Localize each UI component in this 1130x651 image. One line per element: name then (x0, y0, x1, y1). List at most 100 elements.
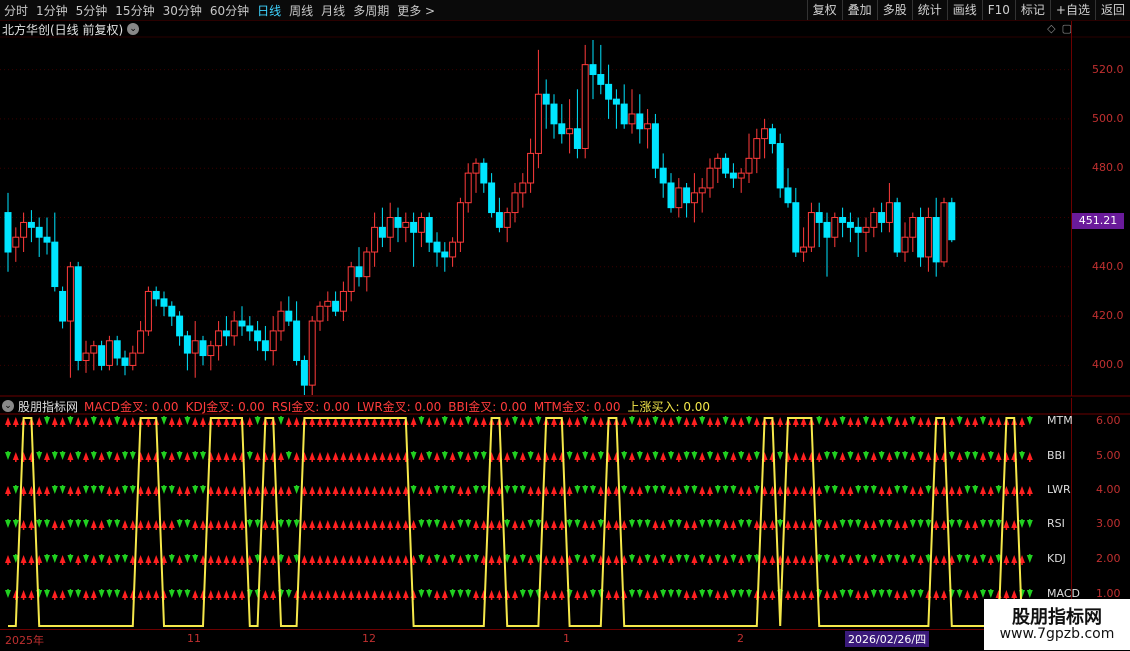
candle-body (940, 202, 948, 263)
candle-body (901, 236, 909, 253)
candle-body (488, 182, 496, 214)
candle-body (160, 298, 168, 307)
candle-body (534, 93, 542, 154)
candle-body (495, 212, 503, 228)
candle-body (675, 187, 683, 209)
candle-body (558, 123, 566, 135)
candle-body (363, 251, 371, 278)
indicator-value: MTM金叉: 0.00 (533, 399, 621, 414)
candle-body (191, 340, 199, 354)
candle-body (316, 305, 324, 322)
candle-body (324, 300, 332, 307)
candle-body (199, 340, 207, 357)
candle-body (480, 162, 488, 184)
candle-body (425, 217, 433, 243)
candle-body (620, 103, 628, 125)
candle-body (176, 315, 184, 337)
candle-body (503, 212, 511, 228)
price-tick-label: 500.0 (1092, 111, 1124, 125)
candle-body (862, 226, 870, 233)
candle-body (394, 217, 402, 228)
candle-body (254, 330, 262, 342)
indicator-axis-label: 5.00 (1096, 449, 1121, 462)
indicator-axis-label: 2.00 (1096, 552, 1121, 565)
candle-body (597, 74, 605, 85)
candle-body (581, 64, 589, 149)
date-tick-label: 11 (187, 632, 201, 645)
candle-body (355, 266, 363, 278)
candle-body (932, 217, 940, 263)
candle-body (43, 236, 51, 243)
candle-body (51, 241, 59, 288)
indicator-row-label: KDJ (1047, 552, 1066, 565)
candle-body (605, 83, 613, 100)
candle-body (698, 187, 706, 194)
candle-body (12, 236, 20, 248)
candle-body (371, 226, 379, 253)
current-price-badge: 451.21 (1072, 213, 1124, 229)
candle-body (776, 143, 784, 189)
date-tick-label: 1 (563, 632, 570, 645)
candle-body (402, 221, 410, 228)
candle-body (269, 330, 277, 352)
candle-body (948, 202, 956, 241)
date-tick-label: 2025年 (5, 634, 44, 647)
candle-body (293, 320, 301, 361)
indicator-axis-label: 3.00 (1096, 517, 1121, 530)
candle-body (386, 217, 394, 238)
watermark-url: www.7gpzb.com (999, 626, 1115, 642)
indicator-value: RSI金叉: 0.00 (271, 399, 350, 414)
candle-body (113, 340, 121, 359)
candle-body (339, 290, 347, 312)
price-tick-label: 420.0 (1092, 309, 1124, 323)
candle-body (745, 157, 753, 174)
candle-body (846, 221, 854, 228)
candle-body (300, 359, 308, 386)
candle-body (347, 266, 355, 292)
price-axis (1071, 21, 1130, 396)
candle-body (277, 310, 285, 332)
candle-body (511, 192, 519, 214)
candle-body (636, 113, 644, 130)
candle-body (667, 182, 675, 209)
candle-body (152, 290, 160, 300)
chevron-down-icon[interactable]: ⌄ (2, 400, 14, 412)
kline-chart[interactable] (0, 0, 1130, 650)
candle-body (472, 162, 480, 174)
candle-body (74, 266, 82, 361)
candle-body (66, 266, 74, 322)
candle-body (854, 226, 862, 233)
indicator-value: BBI金叉: 0.00 (448, 399, 527, 414)
candle-body (706, 167, 714, 189)
candle-body (207, 345, 215, 357)
candle-body (261, 340, 269, 352)
candle-body (183, 335, 191, 354)
candle-body (690, 192, 698, 204)
candle-body (870, 212, 878, 228)
candle-body (909, 217, 917, 238)
indicator-row-label: RSI (1047, 517, 1065, 530)
candle-body (464, 172, 472, 204)
watermark: 股朋指标网 www.7gpzb.com (984, 599, 1130, 650)
candle-body (285, 310, 293, 322)
candle-body (924, 217, 932, 258)
candle-body (332, 300, 340, 312)
candle-body (519, 182, 527, 194)
candle-body (589, 64, 597, 76)
candle-body (410, 221, 418, 233)
candle-body (628, 113, 636, 125)
candle-body (573, 128, 581, 149)
candle-body (308, 320, 316, 386)
candle-body (815, 212, 823, 223)
indicator-name: 股朋指标网 (18, 399, 79, 414)
candle-body (527, 152, 535, 184)
indicator-value: LWR金叉: 0.00 (356, 399, 442, 414)
candle-body (238, 320, 246, 327)
candle-body (433, 241, 441, 253)
indicator-value: KDJ金叉: 0.00 (185, 399, 265, 414)
candle-body (449, 241, 457, 258)
price-tick-label: 440.0 (1092, 259, 1124, 273)
candle-body (683, 187, 691, 204)
indicator-row-label: MTM (1047, 414, 1073, 427)
candle-body (714, 157, 722, 169)
